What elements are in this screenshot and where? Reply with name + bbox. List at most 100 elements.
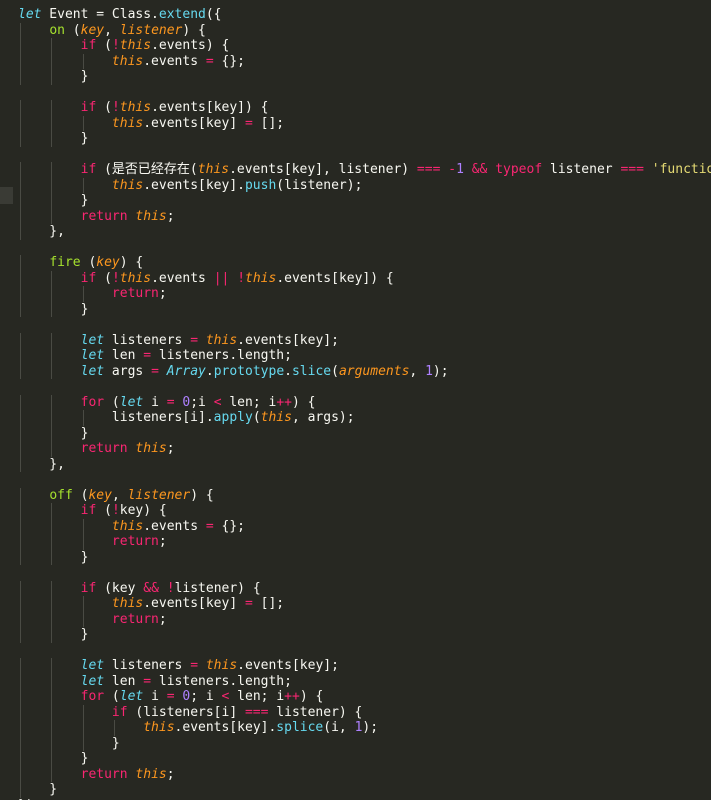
code-token-plain: ( bbox=[72, 487, 89, 503]
code-line: } bbox=[18, 751, 711, 767]
code-line: if (是否已经存在(this.events[key], listener) =… bbox=[18, 162, 711, 178]
code-editor[interactable]: let Event = Class.extend({ on (key, list… bbox=[0, 0, 711, 800]
code-token-number: 1 bbox=[456, 162, 464, 177]
code-token-plain: .events[key]) { bbox=[151, 100, 269, 115]
code-token-plain: .events[key] bbox=[143, 596, 245, 611]
code-line: if (key && !listener) { bbox=[18, 580, 711, 596]
code-token-operator: ! bbox=[111, 503, 120, 518]
code-token-plain: .events[key] bbox=[143, 115, 245, 131]
code-token-operator: = bbox=[166, 394, 175, 410]
code-token-operator: = bbox=[143, 348, 152, 363]
code-token-plain: ; bbox=[166, 766, 175, 782]
code-area[interactable]: let Event = Class.extend({ on (key, list… bbox=[18, 7, 711, 800]
code-token-operator: = bbox=[143, 673, 152, 689]
code-token-keyword: return bbox=[80, 766, 128, 782]
code-line: let len = listeners.length; bbox=[18, 673, 711, 689]
code-token-plain: .events[key]; bbox=[237, 332, 339, 348]
code-token-param: key bbox=[80, 22, 105, 38]
code-token-storage: let bbox=[119, 689, 144, 704]
code-token-operator: ++ bbox=[284, 689, 300, 704]
code-line: } bbox=[18, 782, 711, 798]
code-token-function: fire bbox=[49, 255, 81, 270]
code-token-operator: = bbox=[205, 53, 214, 69]
code-token-plain: ( bbox=[96, 38, 112, 53]
code-token-plain: (listeners[i] bbox=[127, 704, 245, 720]
code-line: let listeners = this.events[key]; bbox=[18, 332, 711, 348]
code-token-string: 'function' bbox=[651, 162, 711, 177]
code-token-plain: .events bbox=[151, 270, 214, 286]
code-line: } bbox=[18, 131, 711, 147]
code-token-operator: === bbox=[620, 162, 644, 177]
code-token-operator: && bbox=[471, 162, 488, 177]
code-line: return this; bbox=[18, 441, 711, 457]
code-token-plain: .events bbox=[143, 518, 206, 534]
code-token-this: this bbox=[205, 658, 238, 673]
code-line: if (!this.events[key]) { bbox=[18, 100, 711, 116]
code-line: if (!this.events || !this.events[key]) { bbox=[18, 270, 711, 286]
code-token-keyword: return bbox=[80, 441, 128, 456]
code-token-plain: } bbox=[18, 69, 89, 84]
code-token-plain: ({ bbox=[205, 7, 222, 22]
current-line-gutter-marker bbox=[0, 187, 13, 204]
code-token-plain: len; i bbox=[221, 394, 277, 410]
code-line: return this; bbox=[18, 208, 711, 224]
code-token-keyword: return bbox=[111, 534, 159, 549]
code-token-plain: {}; bbox=[213, 518, 246, 534]
code-token-operator: ! bbox=[237, 270, 246, 286]
code-token-operator: ! bbox=[111, 38, 120, 53]
code-token-support: apply bbox=[213, 410, 253, 425]
code-token-keyword: for bbox=[80, 689, 105, 704]
code-line: } bbox=[18, 549, 711, 565]
code-token-support: splice bbox=[276, 720, 324, 735]
code-token-storage: let bbox=[80, 348, 105, 363]
code-token-plain: Event = Class. bbox=[41, 7, 159, 22]
code-token-this: this bbox=[111, 596, 144, 611]
code-token-operator: ! bbox=[111, 270, 120, 286]
code-token-builtin: Array bbox=[166, 363, 206, 379]
code-token-plain: ) { bbox=[299, 689, 324, 704]
code-token-operator: - bbox=[448, 162, 457, 177]
code-token-plain: ) { bbox=[119, 255, 144, 270]
code-token-storage: let bbox=[119, 394, 144, 410]
code-line: this.events[key].splice(i, 1); bbox=[18, 720, 711, 736]
code-token-plain: } bbox=[18, 549, 89, 565]
code-token-keyword: if bbox=[80, 270, 97, 286]
code-token-plain: .events[key], listener) bbox=[229, 162, 417, 177]
code-token-operator: ++ bbox=[276, 394, 292, 410]
code-token-plain: ( bbox=[80, 255, 97, 270]
code-token-plain: . bbox=[284, 363, 292, 379]
code-token-keyword: if bbox=[80, 580, 97, 596]
code-token-operator: ! bbox=[111, 100, 120, 115]
code-token-support: extend bbox=[158, 7, 206, 22]
code-token-operator: = bbox=[151, 363, 159, 379]
code-token-plain: } bbox=[18, 425, 89, 441]
code-token-plain: ; bbox=[166, 208, 175, 224]
code-token-plain: (是否已经存在( bbox=[96, 162, 198, 177]
code-token-plain: ( bbox=[96, 503, 112, 518]
code-token-operator: = bbox=[244, 115, 253, 131]
code-token-plain: key) { bbox=[119, 503, 167, 518]
code-token-operator: === bbox=[416, 162, 441, 177]
code-token-plain: ) { bbox=[291, 394, 316, 410]
code-token-plain: ( bbox=[64, 22, 81, 38]
code-token-support: push bbox=[244, 177, 277, 193]
code-token-function: on bbox=[49, 22, 65, 38]
code-token-param: listener bbox=[119, 22, 183, 38]
code-token-plain: } bbox=[18, 735, 120, 751]
